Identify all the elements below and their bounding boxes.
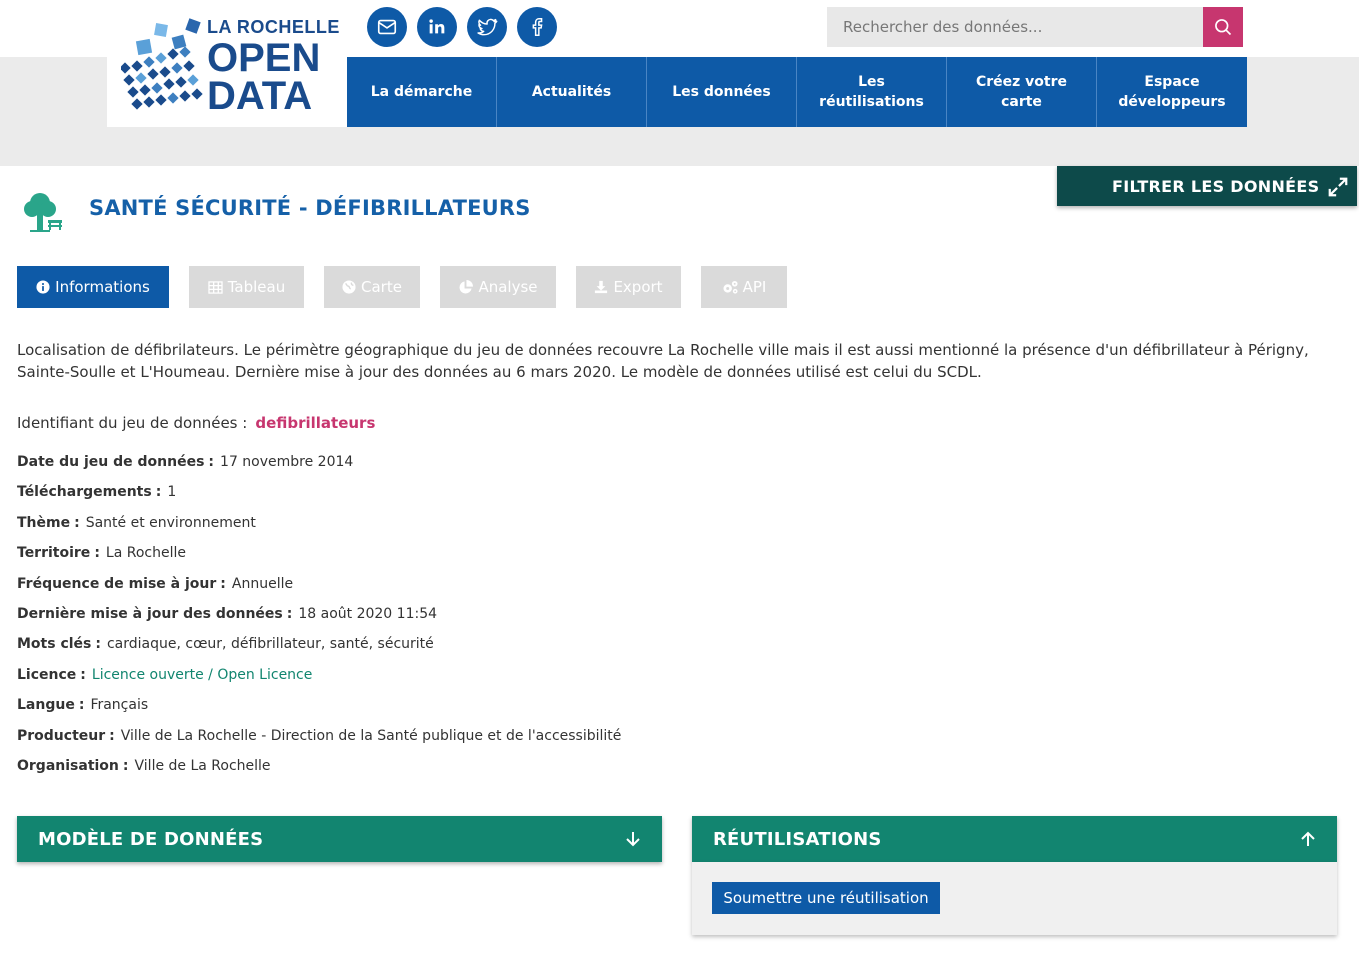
reuse-header[interactable]: RÉUTILISATIONS: [692, 816, 1337, 862]
logo-line1: LA ROCHELLE: [207, 17, 340, 37]
nav-item-donnees[interactable]: Les données: [647, 57, 797, 127]
meta-value: 1: [167, 484, 177, 501]
nav-item-actualites[interactable]: Actualités: [497, 57, 647, 127]
meta-keywords: Mots clés: cardiaque, cœur, défibrillateu…: [17, 636, 434, 653]
tab-api-label: API: [742, 278, 767, 296]
nav-item-carte[interactable]: Créez votre carte: [947, 57, 1097, 127]
twitter-button[interactable]: [467, 7, 507, 47]
meta-value: 18 août 2020 11:54: [298, 605, 438, 622]
meta-value: cardiaque, cœur, défibrillateur, santé, …: [106, 636, 434, 653]
info-icon: [36, 280, 50, 294]
search-bar: [827, 7, 1243, 47]
tab-export-label: Export: [613, 278, 663, 296]
meta-key: Langue: [17, 697, 75, 714]
meta-key: Dernière mise à jour des données: [17, 605, 283, 622]
licence-link[interactable]: Licence ouverte / Open Licence: [92, 667, 312, 683]
meta-value: Santé et environnement: [85, 514, 256, 531]
expand-icon: [1328, 177, 1348, 197]
meta-key: Thème: [17, 514, 71, 531]
meta-key: Licence: [17, 666, 77, 683]
reuse-body: Soumettre une réutilisation: [692, 862, 1337, 935]
pie-chart-icon: [459, 279, 474, 294]
logo-text: LA ROCHELLE OPEN DATA: [207, 18, 340, 116]
site-logo[interactable]: LA ROCHELLE OPEN DATA: [107, 0, 347, 127]
identifier-label: Identifiant du jeu de données :: [17, 414, 248, 432]
dataset-tabs: Informations Tableau Carte Analyse Expor…: [17, 266, 807, 308]
twitter-icon: [477, 18, 498, 36]
logo-line3: DATA: [207, 74, 313, 118]
nav-item-developpeurs[interactable]: Espace développeurs: [1097, 57, 1247, 127]
nav-item-reutilisations[interactable]: Les réutilisations: [797, 57, 947, 127]
linkedin-icon: [429, 19, 445, 34]
mail-icon: [377, 19, 397, 35]
search-button[interactable]: [1203, 7, 1243, 47]
tab-analyse-label: Analyse: [478, 278, 538, 296]
meta-licence: Licence: Licence ouverte / Open Licence: [17, 666, 313, 683]
meta-key: Mots clés: [17, 636, 92, 653]
dataset-identifier: Identifiant du jeu de données : defibrill…: [17, 414, 375, 432]
identifier-value: defibrillateurs: [255, 414, 376, 432]
meta-key: Téléchargements: [17, 484, 152, 501]
reuse-title: RÉUTILISATIONS: [713, 828, 882, 850]
meta-date: Date du jeu de données:17 novembre 2014: [17, 454, 354, 470]
meta-territory: Territoire: La Rochelle: [17, 545, 186, 562]
meta-value: Ville de La Rochelle: [134, 757, 271, 774]
logo-line2: OPEN: [207, 36, 321, 80]
nav-item-demarche[interactable]: La démarche: [347, 57, 497, 127]
meta-organisation: Organisation: Ville de La Rochelle: [17, 757, 271, 774]
tab-api[interactable]: API: [701, 266, 787, 308]
meta-producer: Producteur: Ville de La Rochelle - Direct…: [17, 727, 622, 744]
tab-analyse[interactable]: Analyse: [440, 266, 556, 308]
meta-value: Annuelle: [231, 575, 294, 592]
page-title: SANTÉ SÉCURITÉ - DÉFIBRILLATEURS: [89, 196, 531, 220]
meta-key: Date du jeu de données: [17, 454, 205, 470]
arrow-down-icon: [626, 832, 640, 847]
meta-key: Fréquence de mise à jour: [17, 575, 217, 592]
tab-informations-label: Informations: [55, 278, 150, 296]
data-model-panel: MODÈLE DE DONNÉES: [17, 816, 662, 862]
linkedin-button[interactable]: [417, 7, 457, 47]
meta-key: Organisation: [17, 757, 119, 774]
table-icon: [208, 280, 223, 294]
submit-reuse-button[interactable]: Soumettre une réutilisation: [712, 882, 940, 914]
tree-bench-icon: [24, 193, 62, 232]
data-model-title: MODÈLE DE DONNÉES: [38, 828, 264, 850]
meta-key: Territoire: [17, 545, 91, 562]
cogs-icon: [723, 280, 738, 294]
meta-key: Producteur: [17, 727, 106, 744]
meta-value: Ville de La Rochelle - Direction de la S…: [120, 727, 622, 744]
tab-carte[interactable]: Carte: [324, 266, 420, 308]
facebook-button[interactable]: [517, 7, 557, 47]
download-icon: [595, 280, 608, 294]
mail-button[interactable]: [367, 7, 407, 47]
meta-value: Français: [90, 697, 149, 714]
main-nav: La démarche Actualités Les données Les r…: [347, 57, 1247, 127]
tab-tableau-label: Tableau: [227, 278, 286, 296]
tab-informations[interactable]: Informations: [17, 266, 169, 308]
meta-theme: Thème: Santé et environnement: [17, 514, 256, 531]
dataset-description: Localisation de défibrilateurs. Le périm…: [17, 341, 1309, 381]
meta-frequency: Fréquence de mise à jour: Annuelle: [17, 575, 294, 592]
metadata-list: Date du jeu de données:17 novembre 2014 …: [17, 451, 621, 785]
arrow-up-icon: [1301, 831, 1315, 846]
globe-icon: [342, 280, 356, 294]
meta-language: Langue: Français: [17, 697, 149, 714]
meta-last-update: Dernière mise à jour des données:18 août…: [17, 605, 438, 622]
reuse-panel: RÉUTILISATIONS Soumettre une réutilisati…: [692, 816, 1337, 935]
tab-carte-label: Carte: [361, 278, 402, 296]
data-model-header[interactable]: MODÈLE DE DONNÉES: [17, 816, 662, 862]
facebook-icon: [532, 18, 543, 36]
meta-value: 17 novembre 2014: [220, 454, 354, 470]
search-input[interactable]: [827, 7, 1203, 47]
logo-cubes-icon: [121, 18, 203, 110]
meta-value: La Rochelle: [105, 545, 186, 562]
search-icon: [1215, 19, 1232, 36]
filter-data-button[interactable]: FILTRER LES DONNÉES: [1057, 166, 1357, 206]
tab-tableau[interactable]: Tableau: [189, 266, 304, 308]
filter-label: FILTRER LES DONNÉES: [1112, 176, 1320, 196]
meta-downloads: Téléchargements:1: [17, 484, 177, 501]
tab-export[interactable]: Export: [576, 266, 681, 308]
